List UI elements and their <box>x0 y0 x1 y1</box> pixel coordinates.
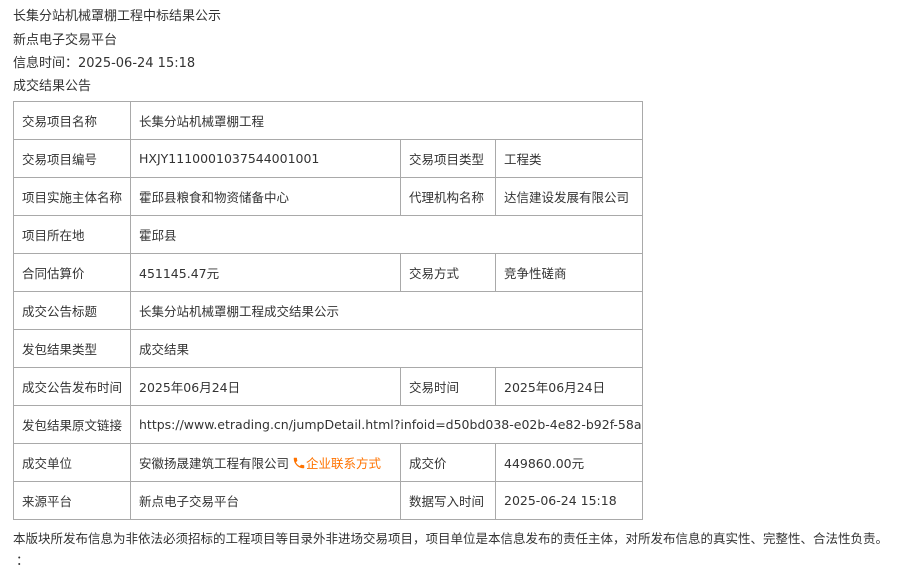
winner-value: 安徽扬晟建筑工程有限公司 <box>139 456 290 471</box>
disclaimer: 本版块所发布信息为非依法必须招标的工程项目等目录外非进场交易项目，项目单位是本信… <box>13 531 889 546</box>
location-label: 项目所在地 <box>13 215 131 254</box>
project-code-value: HXJY1110001037544001001 <box>130 139 401 178</box>
publish-time-value: 2025年06月24日 <box>130 367 401 406</box>
table-row: 项目实施主体名称 霍邱县粮食和物资储备中心 代理机构名称 达信建设发展有限公司 <box>13 177 643 216</box>
phone-icon[interactable] <box>292 456 306 470</box>
announcement-title-label: 成交公告标题 <box>13 291 131 330</box>
result-table: 交易项目名称 长集分站机械罩棚工程 交易项目编号 HXJY11100010375… <box>13 101 643 520</box>
table-row: 来源平台 新点电子交易平台 数据写入时间 2025-06-24 15:18 <box>13 481 643 520</box>
table-row: 成交公告标题 长集分站机械罩棚工程成交结果公示 <box>13 291 643 330</box>
price-label: 成交价 <box>400 443 496 482</box>
project-code-label: 交易项目编号 <box>13 139 131 178</box>
result-type-label: 发包结果类型 <box>13 329 131 368</box>
agency-label: 代理机构名称 <box>400 177 496 216</box>
trade-method-value: 竞争性磋商 <box>495 253 643 292</box>
section-title: 成交结果公告 <box>13 79 92 94</box>
winner-label: 成交单位 <box>13 443 131 482</box>
announcement-title-value: 长集分站机械罩棚工程成交结果公示 <box>130 291 643 330</box>
contact-link[interactable]: 企业联系方式 <box>306 456 381 471</box>
original-link-label: 发包结果原文链接 <box>13 405 131 444</box>
project-type-label: 交易项目类型 <box>400 139 496 178</box>
trade-method-label: 交易方式 <box>400 253 496 292</box>
original-link-value[interactable]: https://www.etrading.cn/jumpDetail.html?… <box>130 405 643 444</box>
table-row: 项目所在地 霍邱县 <box>13 215 643 254</box>
table-row: 成交单位 安徽扬晟建筑工程有限公司 企业联系方式 成交价 449860.00元 <box>13 443 643 482</box>
project-type-value: 工程类 <box>495 139 643 178</box>
trade-time-value: 2025年06月24日 <box>495 367 643 406</box>
source-value: 新点电子交易平台 <box>130 481 401 520</box>
original-link[interactable]: https://www.etrading.cn/jumpDetail.html?… <box>139 417 642 432</box>
winner-cell: 安徽扬晟建筑工程有限公司 企业联系方式 <box>130 443 401 482</box>
table-row: 成交公告发布时间 2025年06月24日 交易时间 2025年06月24日 <box>13 367 643 406</box>
info-time: 信息时间：2025-06-24 15:18 <box>13 56 196 71</box>
write-time-label: 数据写入时间 <box>400 481 496 520</box>
table-row: 交易项目名称 长集分站机械罩棚工程 <box>13 101 643 140</box>
trade-time-label: 交易时间 <box>400 367 496 406</box>
trailing-colon: ： <box>16 554 30 569</box>
page-title: 长集分站机械罩棚工程中标结果公示 <box>13 9 222 24</box>
location-value: 霍邱县 <box>130 215 643 254</box>
implementer-value: 霍邱县粮食和物资储备中心 <box>130 177 401 216</box>
publish-time-label: 成交公告发布时间 <box>13 367 131 406</box>
project-name-value: 长集分站机械罩棚工程 <box>130 101 643 140</box>
table-row: 合同估算价 451145.47元 交易方式 竞争性磋商 <box>13 253 643 292</box>
table-row: 发包结果类型 成交结果 <box>13 329 643 368</box>
write-time-value: 2025-06-24 15:18 <box>495 481 643 520</box>
price-value: 449860.00元 <box>495 443 643 482</box>
agency-value: 达信建设发展有限公司 <box>495 177 643 216</box>
project-name-label: 交易项目名称 <box>13 101 131 140</box>
contract-estimate-value: 451145.47元 <box>130 253 401 292</box>
platform-name: 新点电子交易平台 <box>13 33 118 48</box>
contract-estimate-label: 合同估算价 <box>13 253 131 292</box>
table-row: 交易项目编号 HXJY1110001037544001001 交易项目类型 工程… <box>13 139 643 178</box>
source-label: 来源平台 <box>13 481 131 520</box>
result-type-value: 成交结果 <box>130 329 643 368</box>
implementer-label: 项目实施主体名称 <box>13 177 131 216</box>
table-row: 发包结果原文链接 https://www.etrading.cn/jumpDet… <box>13 405 643 444</box>
